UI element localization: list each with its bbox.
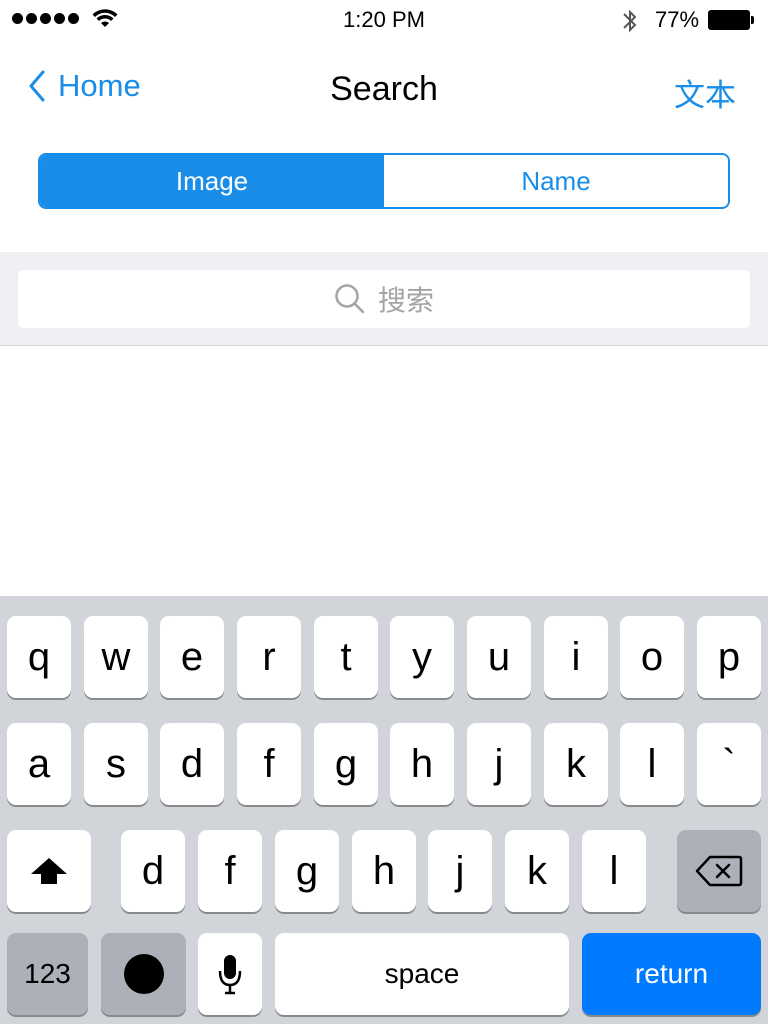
key-k[interactable]: k — [544, 723, 608, 805]
key-f[interactable]: f — [237, 723, 301, 805]
key-d2[interactable]: d — [121, 830, 185, 912]
key-d[interactable]: d — [160, 723, 224, 805]
key-h[interactable]: h — [390, 723, 454, 805]
key-backtick[interactable]: ` — [697, 723, 761, 805]
space-key-label: space — [384, 958, 460, 989]
return-key-label: return — [634, 958, 709, 989]
microphone-icon — [218, 955, 242, 995]
battery-icon — [708, 10, 754, 30]
bluetooth-icon — [623, 9, 637, 33]
key-u[interactable]: u — [467, 616, 531, 698]
key-f2[interactable]: f — [198, 830, 262, 912]
numbers-key-label: 123 — [24, 958, 71, 989]
key-y[interactable]: y — [390, 616, 454, 698]
key-k2[interactable]: k — [505, 830, 569, 912]
key-g[interactable]: g — [314, 723, 378, 805]
key-s[interactable]: s — [84, 723, 148, 805]
numbers-key[interactable]: 123 — [7, 933, 88, 1015]
key-a[interactable]: a — [7, 723, 71, 805]
return-key[interactable]: return — [582, 933, 761, 1015]
status-time: 1:20 PM — [343, 7, 425, 32]
key-l[interactable]: l — [620, 723, 684, 805]
status-bar: 1:20 PM 77% — [0, 0, 768, 40]
search-icon — [335, 284, 365, 314]
key-g2[interactable]: g — [275, 830, 339, 912]
globe-key[interactable] — [101, 933, 186, 1015]
shift-key[interactable] — [7, 830, 91, 912]
delete-key[interactable] — [677, 830, 761, 912]
key-q[interactable]: q — [7, 616, 71, 698]
key-i[interactable]: i — [544, 616, 608, 698]
key-w[interactable]: w — [84, 616, 148, 698]
segment-name[interactable]: Name — [384, 155, 728, 207]
keyboard: q w e r t y u i o p a s d f g h j k l ` … — [0, 596, 768, 1024]
page-title: Search — [330, 70, 438, 108]
shift-arrow-icon — [31, 858, 67, 884]
text-button[interactable]: 文本 — [674, 70, 736, 115]
key-h2[interactable]: h — [352, 830, 416, 912]
key-j[interactable]: j — [467, 723, 531, 805]
key-r[interactable]: r — [237, 616, 301, 698]
space-key[interactable]: space — [275, 933, 569, 1015]
key-j2[interactable]: j — [428, 830, 492, 912]
segment-image[interactable]: Image — [40, 155, 384, 207]
key-e[interactable]: e — [160, 616, 224, 698]
battery-percent: 77% — [655, 7, 700, 32]
search-bar: 搜索 — [0, 252, 768, 346]
key-t[interactable]: t — [314, 616, 378, 698]
search-placeholder: 搜索 — [377, 284, 434, 317]
key-o[interactable]: o — [620, 616, 684, 698]
key-l2[interactable]: l — [582, 830, 646, 912]
segmented-control: Image Name — [38, 153, 730, 209]
backspace-icon — [695, 855, 743, 887]
key-p[interactable]: p — [697, 616, 761, 698]
microphone-key[interactable] — [198, 933, 262, 1015]
emoji-dot-icon — [123, 954, 164, 994]
navigation-bar: Home Search 文本 — [0, 40, 768, 140]
search-input[interactable]: 搜索 — [18, 270, 750, 328]
